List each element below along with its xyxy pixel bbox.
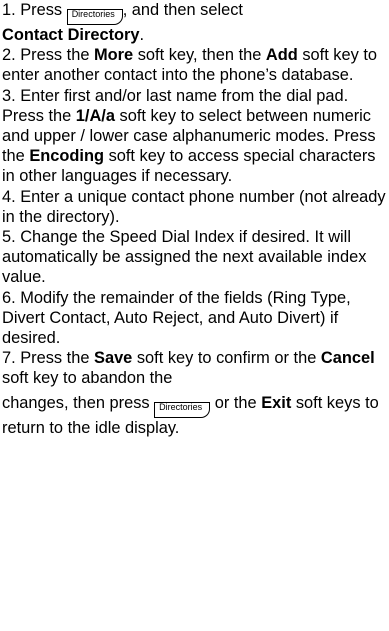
step-7-continued: changes, then press Directories or the E… <box>2 393 387 438</box>
step-7-bold-exit: Exit <box>261 393 292 412</box>
directories-key-icon: Directories <box>66 9 123 25</box>
step-7-text-d: changes, then press <box>2 393 155 412</box>
step-2-text-b: soft key, then the <box>133 46 266 65</box>
step-3: 3. Enter first and/or last name from the… <box>2 86 387 187</box>
step-7-text-e: or the <box>210 393 262 412</box>
step-1-text-a: 1. Press <box>2 1 67 19</box>
step-1-bold-contact-directory: Contact Directory <box>2 26 140 44</box>
directories-key-label: Directories <box>159 401 203 412</box>
step-4: 4. Enter a unique contact phone number (… <box>2 187 387 227</box>
step-3-bold-1aa: 1/A/a <box>75 106 115 125</box>
step-5: 5. Change the Speed Dial Index if desire… <box>2 227 387 288</box>
step-1: 1. Press Directories , and then select Co… <box>2 0 387 45</box>
step-2-bold-more: More <box>94 46 134 65</box>
step-5-text: 5. Change the Speed Dial Index if desire… <box>2 228 367 287</box>
step-7-bold-cancel: Cancel <box>320 349 375 368</box>
step-7-text-a: 7. Press the <box>2 349 95 368</box>
directories-key-icon: Directories <box>154 401 211 418</box>
step-6-text: 6. Modify the remainder of the fields (R… <box>2 288 351 348</box>
step-2-bold-add: Add <box>265 46 298 65</box>
step-6: 6. Modify the remainder of the fields (R… <box>2 288 387 349</box>
step-7: 7. Press the Save soft key to confirm or… <box>2 348 387 388</box>
step-2: 2. Press the More soft key, then the Add… <box>2 45 387 85</box>
step-1-text-c: . <box>139 26 145 44</box>
instructions-page: 1. Press Directories , and then select Co… <box>0 0 389 631</box>
step-7-text-b: soft key to confirm or the <box>132 349 321 368</box>
step-7-text-c: soft key to abandon the <box>2 369 173 388</box>
step-1-text-b: , and then select <box>122 1 243 19</box>
step-2-text-a: 2. Press the <box>2 46 95 65</box>
step-3-bold-encoding: Encoding <box>29 147 105 166</box>
step-7-bold-save: Save <box>94 349 133 368</box>
step-4-text: 4. Enter a unique contact phone number (… <box>2 187 386 226</box>
directories-key-label: Directories <box>71 9 115 19</box>
